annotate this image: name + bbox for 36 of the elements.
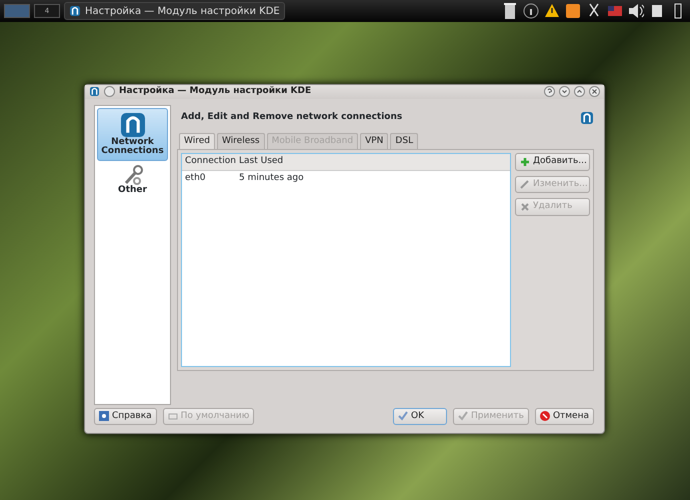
page-heading: Add, Edit and Remove network connections	[181, 110, 402, 124]
network-logo-icon	[69, 5, 81, 17]
tab[interactable]: VPN	[360, 132, 388, 149]
taskbar-task[interactable]: Настройка — Модуль настройки KDE	[64, 2, 285, 20]
maximize-button[interactable]	[574, 86, 585, 98]
column-header[interactable]: Connection	[182, 154, 236, 170]
warning-icon	[544, 2, 560, 20]
dialog-button[interactable]: OK	[393, 408, 447, 425]
window-title: Настройка — Модуль настройки KDE	[119, 85, 312, 98]
network-logo-icon	[89, 86, 100, 98]
checkmark-icon	[398, 411, 408, 422]
menu-button[interactable]	[104, 86, 115, 98]
checkmark-icon	[458, 411, 468, 422]
tab[interactable]: Wired	[179, 132, 215, 149]
cancel-icon	[540, 411, 550, 422]
dialog-button[interactable]: Добавить...	[515, 153, 590, 170]
speaker-icon	[628, 2, 644, 20]
network-logo-icon	[580, 110, 594, 124]
help-icon	[99, 411, 109, 422]
help-button[interactable]	[544, 86, 555, 98]
network-logo-icon	[120, 112, 146, 138]
tab[interactable]: DSL	[390, 132, 418, 149]
dialog-button[interactable]: Отмена	[534, 408, 594, 425]
x-icon	[520, 202, 530, 212]
sidebar-item[interactable]: Other	[97, 161, 168, 200]
close-button[interactable]	[589, 86, 600, 98]
tab[interactable]: Wireless	[216, 132, 265, 149]
trash-icon	[502, 2, 518, 20]
table-cell-text: 5 minutes ago	[238, 172, 305, 184]
column-header[interactable]: Last Used	[236, 154, 286, 170]
table-cell-text: eth0	[184, 172, 206, 184]
sidebar-item[interactable]: Network Connections	[97, 108, 168, 162]
minimize-button[interactable]	[559, 86, 570, 98]
info-icon	[523, 2, 539, 20]
plus-icon	[520, 156, 530, 167]
dialog-button[interactable]: Справка	[94, 408, 157, 425]
